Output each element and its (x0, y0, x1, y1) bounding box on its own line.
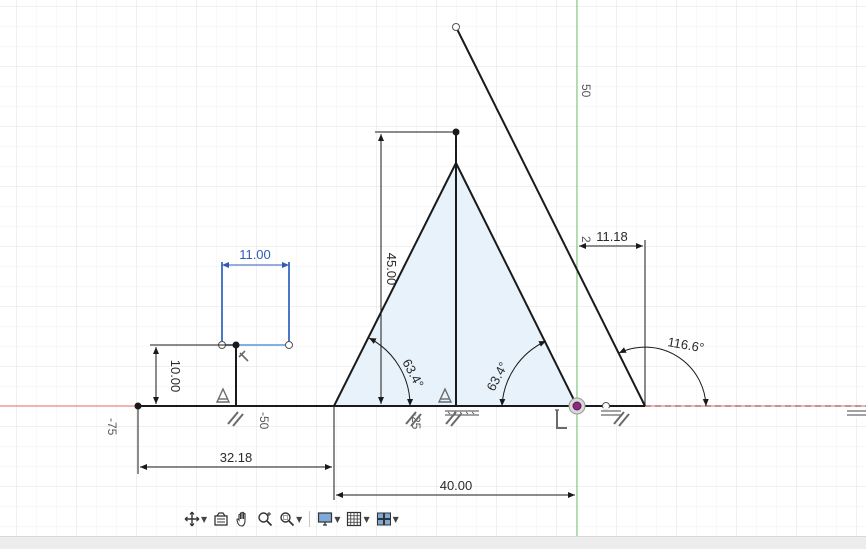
zoom-window-icon (280, 512, 295, 527)
dim-10-label[interactable]: 10.00 (168, 360, 183, 393)
chevron-down-icon: ▼ (296, 514, 303, 524)
orbit-button[interactable]: ▼ (182, 508, 209, 530)
viewports-icon (376, 512, 391, 526)
origin-point[interactable] (572, 401, 582, 411)
zoom-icon (258, 512, 273, 527)
display-settings-button[interactable]: ▼ (315, 508, 342, 530)
horizontal-constraint-icon[interactable] (846, 408, 866, 418)
orbit-icon (184, 511, 200, 527)
dim-40-label[interactable]: 40.00 (440, 478, 473, 493)
axis-label-x-minus-50: -50 (257, 412, 271, 430)
grid-settings-button[interactable]: ▼ (344, 508, 371, 530)
dim-small-mark: 2 (579, 236, 593, 243)
navigation-toolbar: ▼ ▼ ▼ ▼ ▼ (182, 507, 401, 531)
chevron-down-icon: ▼ (363, 514, 370, 524)
chevron-down-icon: ▼ (201, 514, 208, 524)
look-at-icon (214, 512, 228, 526)
chevron-down-icon: ▼ (334, 514, 341, 524)
toolbar-divider (309, 511, 311, 527)
zoom-button[interactable] (255, 508, 275, 530)
display-settings-icon (318, 512, 333, 526)
look-at-button[interactable] (211, 508, 231, 530)
viewports-button[interactable]: ▼ (374, 508, 401, 530)
horizontal-constraint-icon[interactable] (600, 408, 622, 418)
horizontal-constraint-icon[interactable] (444, 408, 480, 418)
status-bar (0, 536, 866, 549)
point-rect-right[interactable] (285, 341, 293, 349)
axis-label-x-minus-75: -75 (105, 418, 119, 436)
perpendicular-constraint-icon[interactable] (237, 349, 253, 365)
zoom-window-button[interactable]: ▼ (277, 508, 304, 530)
axis-label-y-50: 50 (579, 84, 593, 98)
point-slant-top[interactable] (452, 23, 460, 31)
sketch-canvas[interactable]: 11.00 10.00 45.00 11.18 2 32.18 40.00 63… (0, 0, 866, 548)
dim-1118-label[interactable]: 11.18 (596, 229, 628, 244)
chevron-down-icon: ▼ (392, 514, 399, 524)
grid-settings-icon (347, 511, 362, 527)
dim-45-label[interactable]: 45.00 (384, 253, 399, 286)
dim-3218-label[interactable]: 32.18 (220, 450, 253, 465)
dim-11-label[interactable]: 11.00 (239, 247, 271, 262)
pan-button[interactable] (233, 508, 253, 530)
pan-icon (236, 511, 246, 527)
